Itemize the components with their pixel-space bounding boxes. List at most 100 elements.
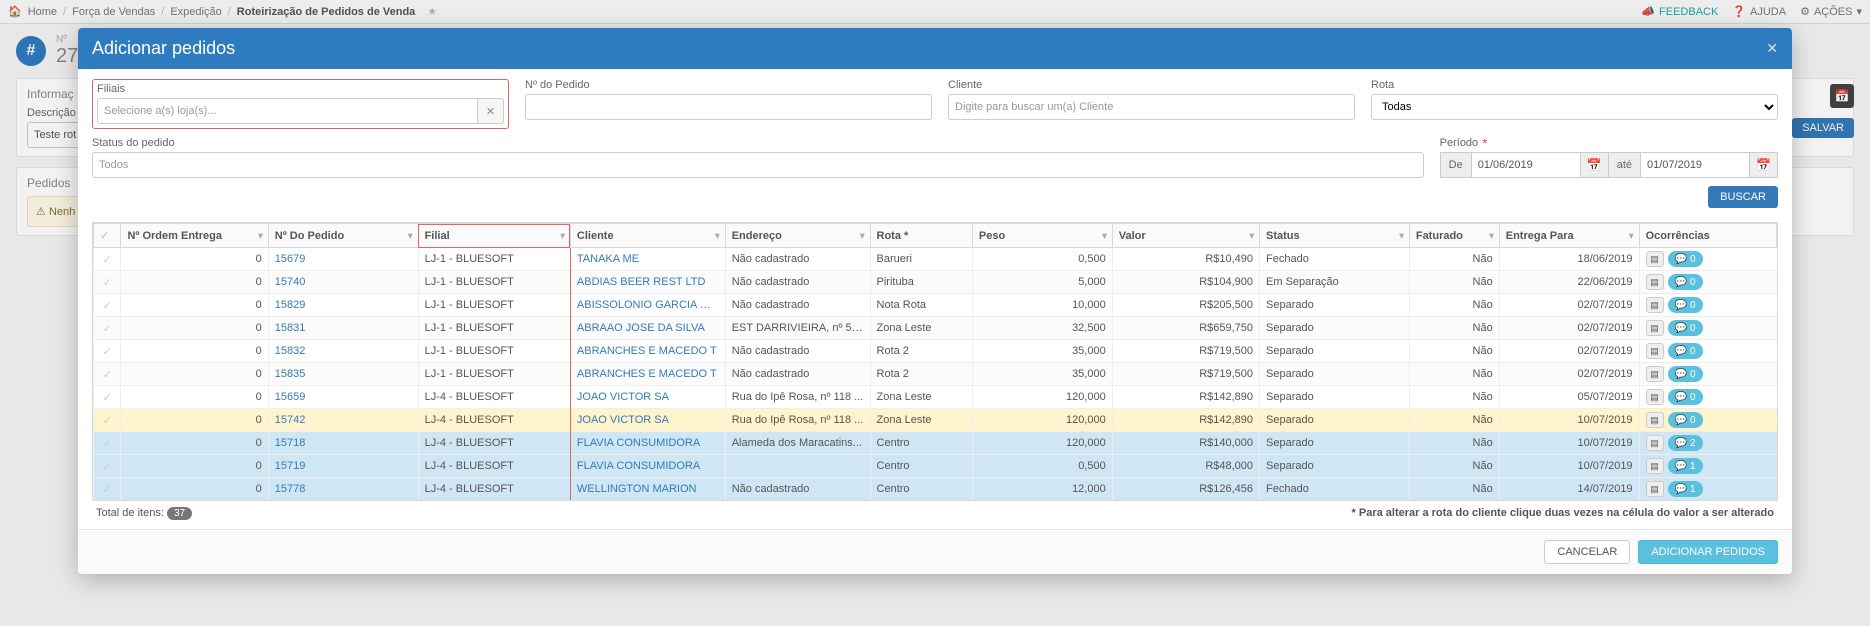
cell-rota[interactable]: Rota 2: [870, 340, 972, 363]
cell-numpedido[interactable]: 15719: [268, 455, 418, 478]
cell-numpedido[interactable]: 15835: [268, 363, 418, 386]
occurrence-badge[interactable]: 💬0: [1668, 320, 1703, 336]
cell-filial[interactable]: LJ-1 - BLUESOFT: [418, 340, 570, 363]
cell-cliente[interactable]: WELLINGTON MARION: [570, 478, 725, 501]
cell-rota[interactable]: Zona Leste: [870, 386, 972, 409]
cell-rota[interactable]: Pirituba: [870, 271, 972, 294]
table-row[interactable]: ✓015832LJ-1 - BLUESOFTABRANCHES E MACEDO…: [94, 340, 1777, 363]
col-status[interactable]: Status▾: [1260, 224, 1410, 248]
table-row[interactable]: ✓015778LJ-4 - BLUESOFTWELLINGTON MARIONN…: [94, 478, 1777, 501]
row-check[interactable]: ✓: [94, 317, 121, 340]
occurrence-badge[interactable]: 💬0: [1668, 251, 1703, 267]
numpedido-input[interactable]: [525, 94, 932, 120]
row-check[interactable]: ✓: [94, 294, 121, 317]
cell-filial[interactable]: LJ-4 - BLUESOFT: [418, 455, 570, 478]
date-to-input[interactable]: [1640, 152, 1750, 178]
cell-cliente[interactable]: ABRAAO JOSE DA SILVA: [570, 317, 725, 340]
buscar-button[interactable]: BUSCAR: [1708, 186, 1778, 208]
note-icon[interactable]: ▤: [1646, 389, 1664, 405]
occurrence-badge[interactable]: 💬0: [1668, 343, 1703, 359]
note-icon[interactable]: ▤: [1646, 251, 1664, 267]
col-valor[interactable]: Valor▾: [1112, 224, 1259, 248]
note-icon[interactable]: ▤: [1646, 366, 1664, 382]
cell-cliente[interactable]: FLAVIA CONSUMIDORA: [570, 432, 725, 455]
row-check[interactable]: ✓: [94, 455, 121, 478]
table-row[interactable]: ✓015719LJ-4 - BLUESOFTFLAVIA CONSUMIDORA…: [94, 455, 1777, 478]
add-orders-button[interactable]: ADICIONAR PEDIDOS: [1638, 540, 1778, 564]
calendar-from-icon[interactable]: 📅: [1581, 152, 1609, 178]
row-check[interactable]: ✓: [94, 248, 121, 271]
note-icon[interactable]: ▤: [1646, 458, 1664, 474]
col-cliente[interactable]: Cliente▾: [570, 224, 725, 248]
cell-numpedido[interactable]: 15742: [268, 409, 418, 432]
note-icon[interactable]: ▤: [1646, 343, 1664, 359]
note-icon[interactable]: ▤: [1646, 297, 1664, 313]
col-filial[interactable]: Filial▾: [418, 224, 570, 248]
cell-numpedido[interactable]: 15659: [268, 386, 418, 409]
table-row[interactable]: ✓015659LJ-4 - BLUESOFTJOAO VICTOR SARua …: [94, 386, 1777, 409]
table-row[interactable]: ✓015740LJ-1 - BLUESOFTABDIAS BEER REST L…: [94, 271, 1777, 294]
table-row[interactable]: ✓015829LJ-1 - BLUESOFTABISSOLONIO GARCIA…: [94, 294, 1777, 317]
occurrence-badge[interactable]: 💬2: [1668, 435, 1703, 451]
cell-cliente[interactable]: ABDIAS BEER REST LTD: [570, 271, 725, 294]
cell-numpedido[interactable]: 15829: [268, 294, 418, 317]
cell-filial[interactable]: LJ-4 - BLUESOFT: [418, 432, 570, 455]
clear-filiais-icon[interactable]: ✕: [478, 98, 504, 124]
status-input[interactable]: [92, 152, 1424, 178]
filiais-input[interactable]: [97, 98, 478, 124]
cell-numpedido[interactable]: 15718: [268, 432, 418, 455]
cell-cliente[interactable]: FLAVIA CONSUMIDORA: [570, 455, 725, 478]
cell-rota[interactable]: Zona Leste: [870, 409, 972, 432]
row-check[interactable]: ✓: [94, 271, 121, 294]
occurrence-badge[interactable]: 💬1: [1668, 458, 1703, 474]
occurrence-badge[interactable]: 💬0: [1668, 389, 1703, 405]
cell-rota[interactable]: Centro: [870, 455, 972, 478]
col-rota[interactable]: Rota *: [870, 224, 972, 248]
note-icon[interactable]: ▤: [1646, 412, 1664, 428]
cliente-input[interactable]: [948, 94, 1355, 120]
cell-rota[interactable]: Barueri: [870, 248, 972, 271]
cell-rota[interactable]: Nota Rota: [870, 294, 972, 317]
cell-cliente[interactable]: ABRANCHES E MACEDO T: [570, 340, 725, 363]
cell-cliente[interactable]: ABRANCHES E MACEDO T: [570, 363, 725, 386]
row-check[interactable]: ✓: [94, 478, 121, 501]
cell-filial[interactable]: LJ-1 - BLUESOFT: [418, 363, 570, 386]
cell-filial[interactable]: LJ-4 - BLUESOFT: [418, 386, 570, 409]
row-check[interactable]: ✓: [94, 340, 121, 363]
cell-numpedido[interactable]: 15832: [268, 340, 418, 363]
cell-numpedido[interactable]: 15679: [268, 248, 418, 271]
cell-rota[interactable]: Centro: [870, 478, 972, 501]
cell-filial[interactable]: LJ-4 - BLUESOFT: [418, 409, 570, 432]
col-endereco[interactable]: Endereço▾: [725, 224, 870, 248]
cell-filial[interactable]: LJ-4 - BLUESOFT: [418, 478, 570, 501]
cell-numpedido[interactable]: 15740: [268, 271, 418, 294]
table-row[interactable]: ✓015679LJ-1 - BLUESOFTTANAKA MENão cadas…: [94, 248, 1777, 271]
note-icon[interactable]: ▤: [1646, 320, 1664, 336]
col-peso[interactable]: Peso▾: [972, 224, 1112, 248]
cell-numpedido[interactable]: 15778: [268, 478, 418, 501]
row-check[interactable]: ✓: [94, 363, 121, 386]
occurrence-badge[interactable]: 💬1: [1668, 481, 1703, 497]
table-row[interactable]: ✓015742LJ-4 - BLUESOFTJOAO VICTOR SARua …: [94, 409, 1777, 432]
date-from-input[interactable]: [1471, 152, 1581, 178]
row-check[interactable]: ✓: [94, 386, 121, 409]
col-faturado[interactable]: Faturado▾: [1409, 224, 1499, 248]
cell-filial[interactable]: LJ-1 - BLUESOFT: [418, 317, 570, 340]
close-icon[interactable]: ✕: [1766, 40, 1778, 57]
row-check[interactable]: ✓: [94, 432, 121, 455]
cell-numpedido[interactable]: 15831: [268, 317, 418, 340]
cell-filial[interactable]: LJ-1 - BLUESOFT: [418, 271, 570, 294]
cell-cliente[interactable]: ABISSOLONIO GARCIA DIAS: [570, 294, 725, 317]
occurrence-badge[interactable]: 💬0: [1668, 274, 1703, 290]
col-numpedido[interactable]: Nº Do Pedido▾: [268, 224, 418, 248]
occurrence-badge[interactable]: 💬0: [1668, 412, 1703, 428]
col-ordem[interactable]: Nº Ordem Entrega▾: [121, 224, 268, 248]
rota-select[interactable]: Todas: [1371, 94, 1778, 120]
col-ocorrencias[interactable]: Ocorrências: [1639, 224, 1776, 248]
note-icon[interactable]: ▤: [1646, 274, 1664, 290]
select-all-header[interactable]: ✓: [94, 224, 121, 248]
occurrence-badge[interactable]: 💬0: [1668, 297, 1703, 313]
cell-filial[interactable]: LJ-1 - BLUESOFT: [418, 248, 570, 271]
cell-rota[interactable]: Zona Leste: [870, 317, 972, 340]
table-row[interactable]: ✓015718LJ-4 - BLUESOFTFLAVIA CONSUMIDORA…: [94, 432, 1777, 455]
